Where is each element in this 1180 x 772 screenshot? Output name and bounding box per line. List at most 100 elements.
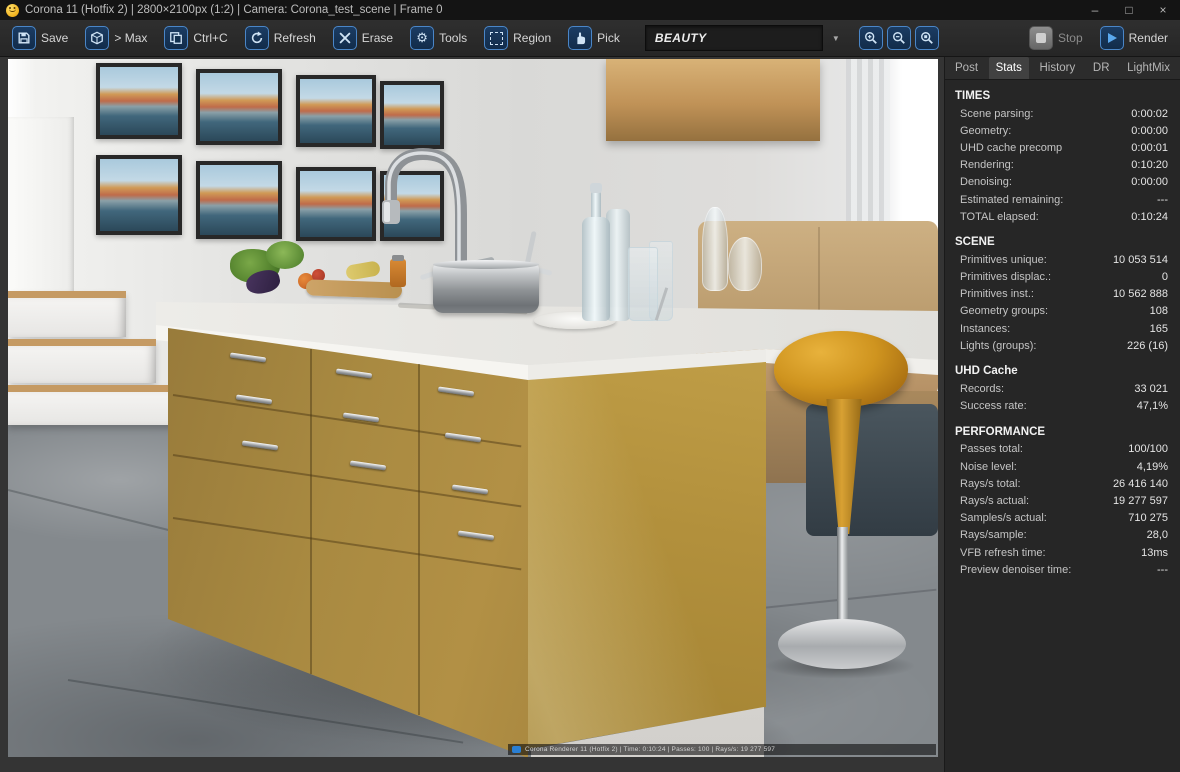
stat-row: VFB refresh time: 13ms: [955, 544, 1168, 561]
3dsmax-icon: [85, 26, 110, 50]
wall-picture: [96, 63, 182, 139]
stat-row: Estimated remaining: ---: [955, 191, 1168, 208]
stat-value: 28,0: [1146, 529, 1168, 542]
glass-decanter: [728, 237, 762, 291]
tools-button[interactable]: ⚙ Tools: [404, 23, 473, 53]
region-button[interactable]: Region: [478, 23, 557, 53]
glass-vase: [702, 207, 728, 291]
stat-label: Samples/s actual:: [960, 512, 1047, 525]
stat-value: 47,1%: [1136, 400, 1168, 413]
stat-value: 26 416 140: [1112, 477, 1168, 490]
zoom-in-button[interactable]: [858, 26, 883, 50]
zoom-reset-button[interactable]: [914, 26, 939, 50]
save-button[interactable]: Save: [6, 23, 74, 53]
stop-button[interactable]: Stop: [1023, 23, 1089, 53]
copy-icon: [164, 26, 189, 50]
stat-value: 0:10:20: [1131, 159, 1168, 172]
stat-value: 108: [1149, 305, 1168, 318]
erase-icon: [332, 26, 357, 50]
bar-stool-pole: [837, 527, 848, 627]
render-button[interactable]: Render: [1094, 23, 1174, 53]
stat-row: Geometry: 0:00:00: [955, 122, 1168, 139]
stat-value: 13ms: [1141, 546, 1168, 559]
minimize-button[interactable]: –: [1078, 0, 1112, 20]
send-to-max-button[interactable]: > Max: [79, 23, 153, 53]
wall-picture: [96, 155, 182, 235]
maximize-button[interactable]: □: [1112, 0, 1146, 20]
stat-row: Noise level: 4,19%: [955, 458, 1168, 475]
erase-button[interactable]: Erase: [327, 23, 399, 53]
wood-beam: [606, 59, 820, 141]
tab-lightmix[interactable]: LightMix: [1120, 57, 1177, 79]
render-play-icon: [1099, 26, 1124, 50]
stat-label: Success rate:: [960, 400, 1027, 413]
title-bar: Corona 11 (Hotfix 2) | 2800×2100px (1:2)…: [0, 0, 1180, 20]
stat-label: Scene parsing:: [960, 107, 1034, 120]
pick-label: Pick: [597, 31, 620, 45]
stat-value: 100/100: [1128, 443, 1168, 456]
stat-value: 10 562 888: [1112, 288, 1168, 301]
stat-label: Primitives inst.:: [960, 288, 1034, 301]
staircase-step: [8, 291, 126, 337]
stat-row: Rendering: 0:10:20: [955, 157, 1168, 174]
stat-row: Primitives unique: 10 053 514: [955, 251, 1168, 268]
stat-value: 0:00:01: [1131, 141, 1168, 154]
stair-wall: [8, 117, 74, 293]
stat-label: UHD cache precomp: [960, 141, 1063, 154]
pick-button[interactable]: Pick: [562, 23, 626, 53]
copy-button[interactable]: Ctrl+C: [158, 23, 233, 53]
stat-row: Primitives inst.: 10 562 888: [955, 286, 1168, 303]
wall-picture: [196, 161, 282, 239]
stat-label: Geometry:: [960, 124, 1012, 137]
cabinet-seam: [418, 364, 420, 715]
pick-hand-icon: [568, 26, 593, 50]
tab-post[interactable]: Post: [948, 57, 985, 79]
copy-label: Ctrl+C: [193, 31, 228, 45]
refresh-label: Refresh: [273, 31, 316, 45]
stat-label: Lights (groups):: [960, 339, 1037, 352]
corona-logo-icon: [6, 3, 19, 17]
window-title: Corona 11 (Hotfix 2) | 2800×2100px (1:2)…: [25, 4, 443, 16]
stat-value: ---: [1157, 563, 1168, 576]
stat-row: Success rate: 47,1%: [955, 398, 1168, 415]
stat-value: 0: [1161, 271, 1168, 284]
wall-picture: [196, 69, 282, 145]
refresh-button[interactable]: Refresh: [239, 23, 322, 53]
stat-row: Primitives displac.: 0: [955, 269, 1168, 286]
stat-row: Rays/sample: 28,0: [955, 527, 1168, 544]
corona-vfb-window: Corona 11 (Hotfix 2) | 2800×2100px (1:2)…: [0, 0, 1180, 772]
channel-value: BEAUTY: [654, 31, 707, 45]
channel-dropdown-arrow[interactable]: ▼: [828, 25, 844, 51]
stat-row: Samples/s actual: 710 275: [955, 510, 1168, 527]
stat-label: Noise level:: [960, 460, 1017, 473]
stat-value: 710 275: [1128, 512, 1168, 525]
send-to-max-label: > Max: [114, 31, 148, 45]
bar-stool-base: [778, 619, 906, 669]
stat-label: Primitives unique:: [960, 253, 1047, 266]
zoom-out-button[interactable]: [886, 26, 911, 50]
stat-row: TOTAL elapsed: 0:10:24: [955, 208, 1168, 225]
stamp-text: Corona Renderer 11 (Hotfix 2) | Time: 0:…: [525, 746, 776, 753]
tab-stats[interactable]: Stats: [988, 57, 1029, 79]
stat-row: Denoising: 0:00:00: [955, 174, 1168, 191]
stat-label: Rays/s total:: [960, 477, 1021, 490]
stat-value: 19 277 597: [1112, 494, 1168, 507]
save-icon: [12, 26, 36, 50]
stop-icon: [1028, 26, 1053, 50]
stat-label: Rendering:: [960, 159, 1014, 172]
vegetable-greens: [266, 241, 304, 269]
stat-row: Records: 33 021: [955, 380, 1168, 397]
tab-dr[interactable]: DR: [1086, 57, 1117, 79]
stat-row: Scene parsing: 0:00:02: [955, 105, 1168, 122]
side-panel: Post Stats History DR LightMix TIMES Scene pa…: [944, 57, 1180, 772]
stat-row: Rays/s actual: 19 277 597: [955, 492, 1168, 509]
stat-value: 4,19%: [1136, 460, 1168, 473]
close-button[interactable]: ×: [1146, 0, 1180, 20]
refresh-icon: [244, 26, 269, 50]
tab-history[interactable]: History: [1032, 57, 1082, 79]
stat-value: 0:10:24: [1131, 210, 1168, 223]
channel-select[interactable]: BEAUTY: [644, 25, 823, 51]
stat-value: 0:00:00: [1131, 176, 1168, 189]
render-viewport[interactable]: Corona Renderer 11 (Hotfix 2) | Time: 0:…: [8, 59, 938, 757]
staircase-step: [8, 385, 186, 425]
